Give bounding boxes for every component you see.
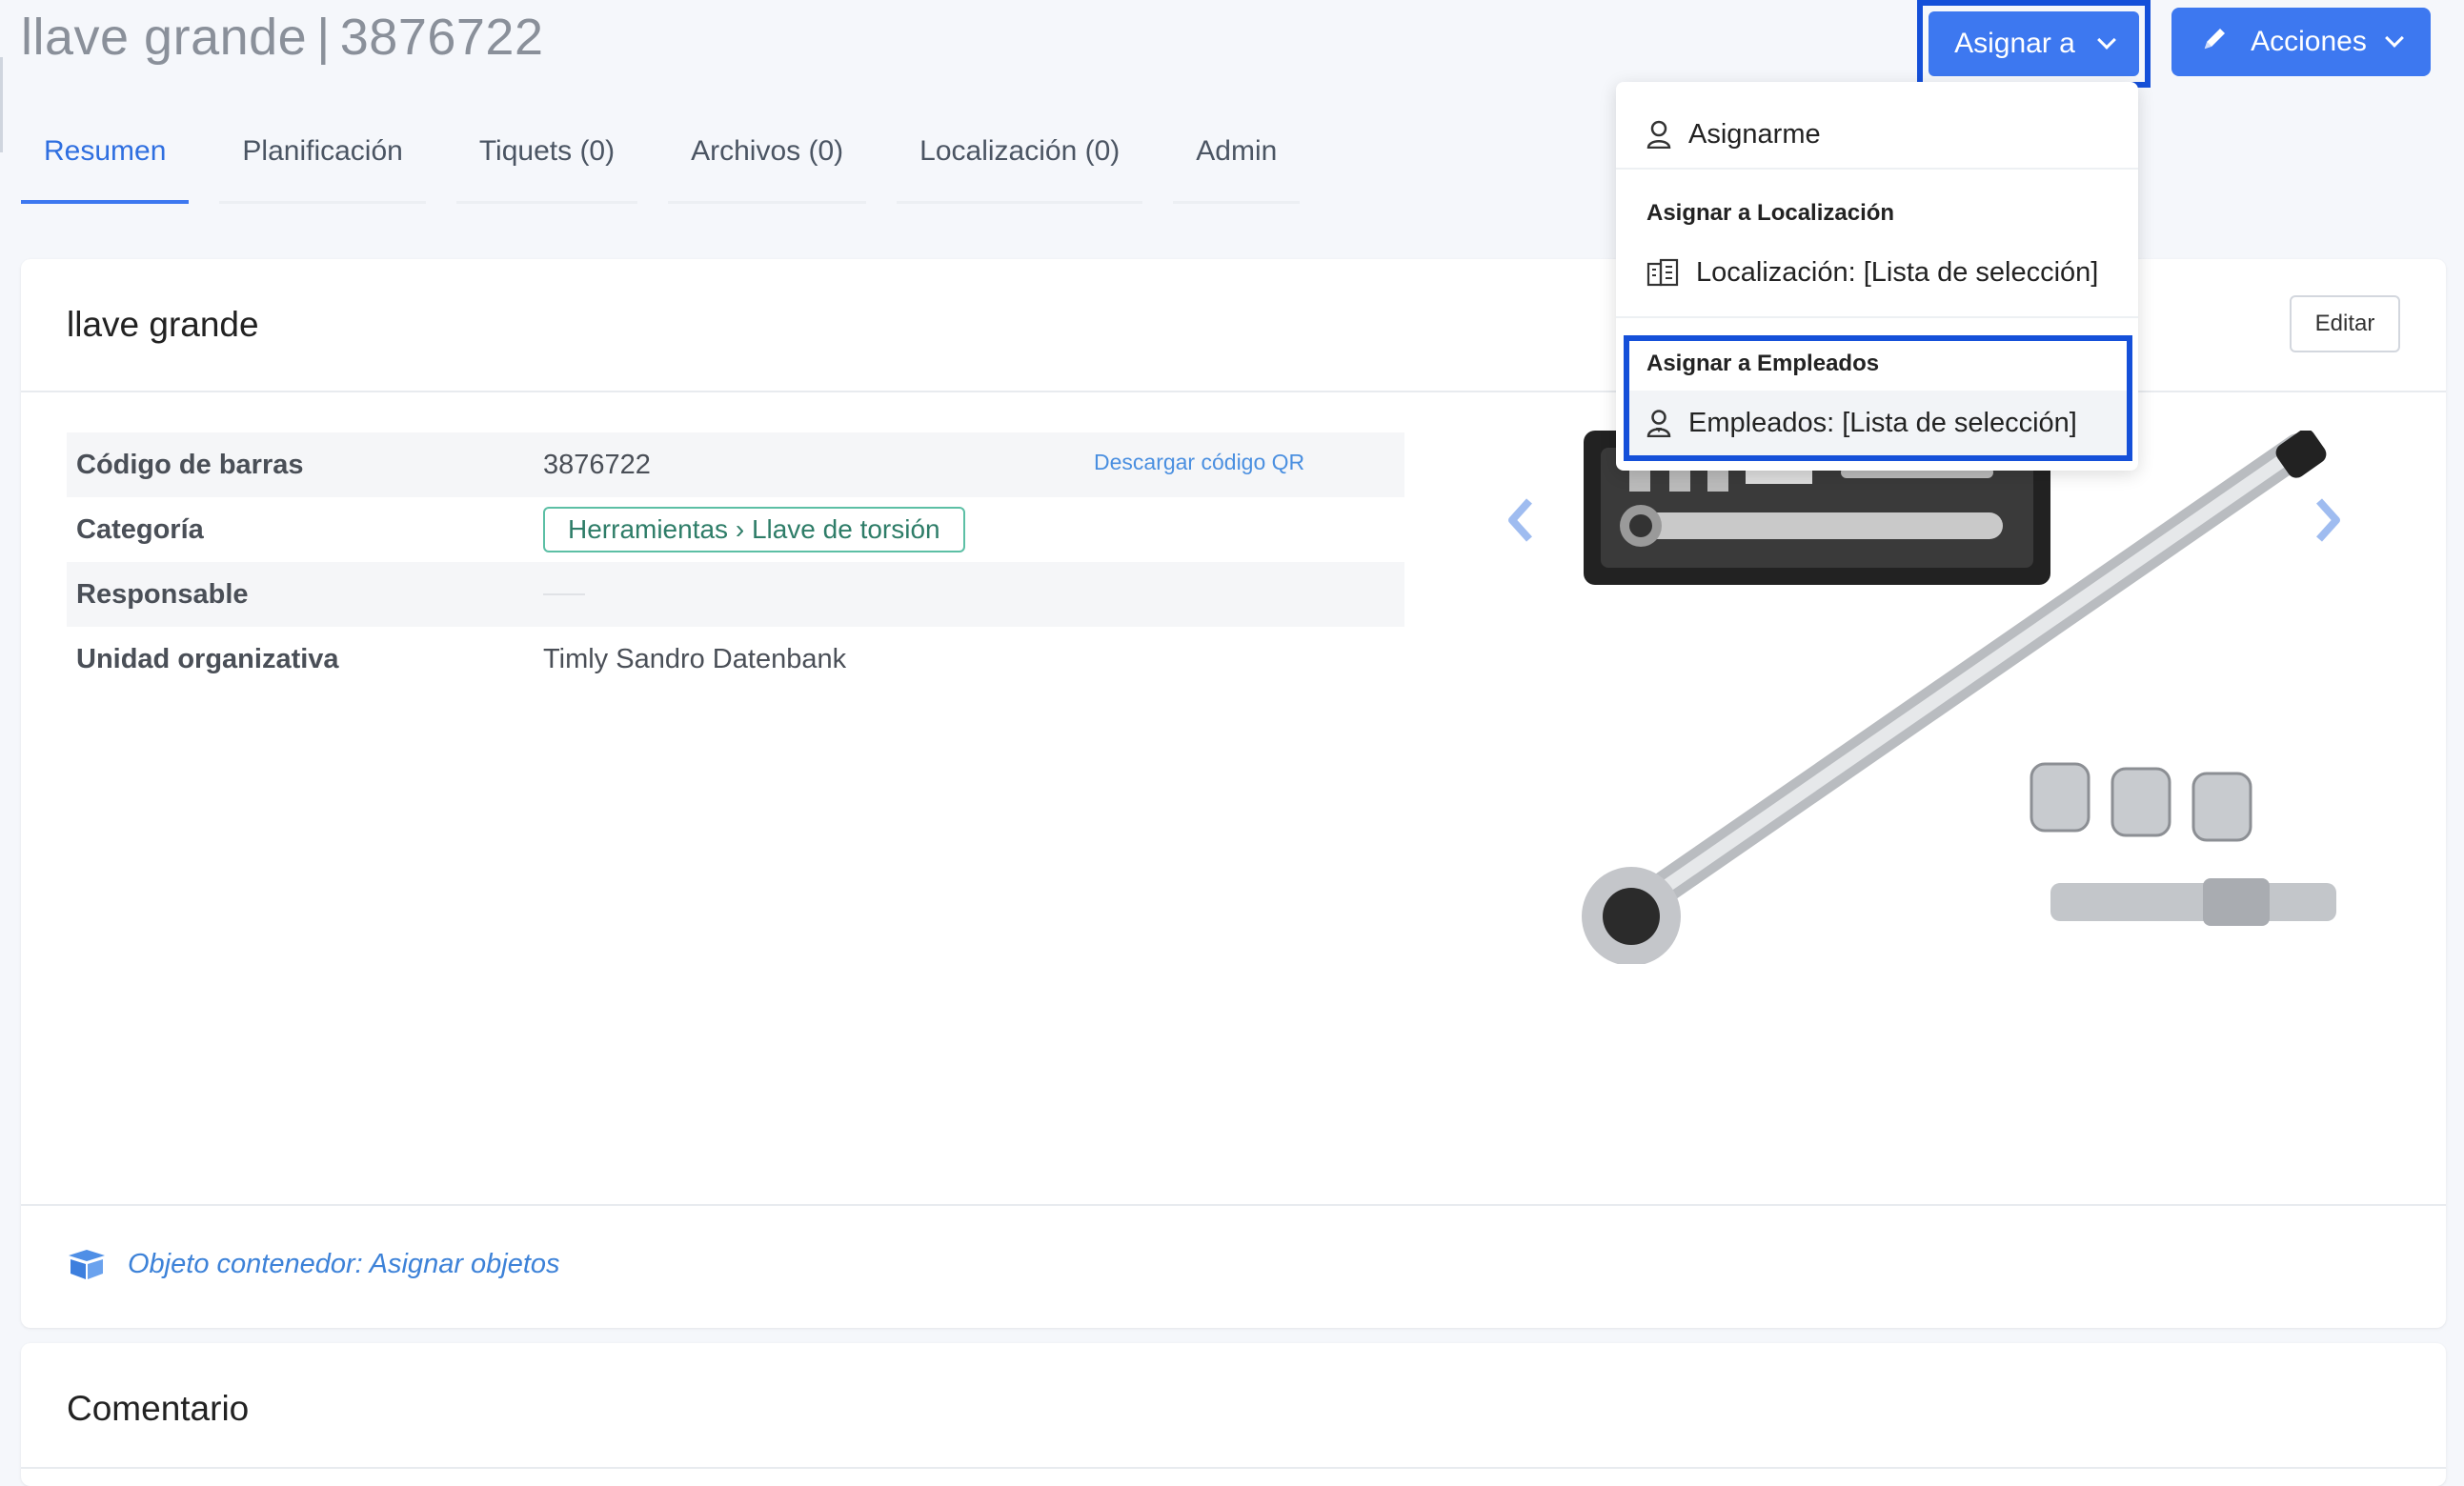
carousel-next-icon[interactable] (2308, 492, 2346, 549)
page-title-code: 3876722 (339, 9, 544, 66)
location-heading: Asignar a Localización (1646, 200, 1895, 226)
pencil-icon (2204, 29, 2226, 50)
detail-label: Responsable (76, 578, 249, 610)
assign-to-label: Asignar a (1954, 28, 2075, 59)
detail-label: Categoría (76, 513, 204, 545)
assign-me-label: Asignarme (1688, 118, 1821, 150)
edit-button[interactable]: Editar (2290, 295, 2400, 352)
comment-card: Comentario (21, 1343, 2446, 1486)
tab-bar: Resumen Planificación Tiquets (0) Archiv… (21, 124, 1330, 204)
detail-value: Timly Sandro Datenbank (543, 643, 847, 674)
employees-highlight-box (1624, 335, 2132, 461)
comment-title: Comentario (67, 1389, 250, 1428)
divider (1616, 168, 2138, 170)
card-title: llave grande (67, 305, 259, 344)
assign-to-button[interactable]: Asignar a (1929, 11, 2139, 76)
carousel-prev-icon[interactable] (1503, 492, 1541, 549)
divider (21, 1467, 2446, 1469)
divider (21, 1204, 2446, 1206)
chevron-down-icon (2096, 30, 2116, 50)
assign-me-item[interactable]: Asignarme (1616, 101, 1821, 168)
detail-row-org-unit: Unidad organizativa Timly Sandro Datenba… (67, 627, 1404, 692)
category-badge[interactable]: Herramientas › Llave de torsión (543, 507, 965, 552)
tab-localizacion[interactable]: Localización (0) (897, 124, 1143, 204)
container-object-link[interactable]: Objeto contenedor: Asignar objetos (128, 1249, 560, 1280)
assign-location-item[interactable]: Localización: [Lista de selección] (1616, 244, 2098, 301)
detail-row-barcode: Código de barras 3876722 Descargar códig… (67, 432, 1404, 497)
detail-label: Código de barras (76, 449, 304, 480)
download-qr-link[interactable]: Descargar código QR (1094, 450, 1304, 475)
assign-button-highlight: Asignar a (1917, 0, 2151, 88)
detail-label: Unidad organizativa (76, 643, 339, 674)
tab-planificacion[interactable]: Planificación (219, 124, 427, 204)
actions-label: Acciones (2251, 26, 2367, 57)
user-icon (1646, 120, 1671, 149)
empty-value-dash (543, 593, 585, 595)
detail-row-category: Categoría Herramientas › Llave de torsió… (67, 497, 1404, 562)
product-image (1517, 431, 2374, 964)
page-title-separator: | (316, 9, 331, 66)
detail-value: 3876722 (543, 449, 651, 480)
box-icon (69, 1250, 105, 1279)
tab-admin[interactable]: Admin (1173, 124, 1301, 204)
detail-row-responsible: Responsable (67, 562, 1404, 627)
divider (1616, 316, 2138, 318)
chevron-down-icon (2384, 29, 2404, 48)
tab-archivos[interactable]: Archivos (0) (668, 124, 867, 204)
page-title: llave grande | 3876722 (21, 8, 543, 67)
tab-tiquets[interactable]: Tiquets (0) (455, 124, 638, 204)
assign-dropdown-menu: Asignarme Asignar a Localización Localiz… (1616, 82, 2138, 471)
tab-resumen[interactable]: Resumen (21, 124, 190, 204)
building-icon (1646, 258, 1679, 287)
page-title-name: llave grande (21, 9, 308, 66)
assign-location-label: Localización: [Lista de selección] (1696, 256, 2099, 288)
details-list: Código de barras 3876722 Descargar códig… (67, 432, 1404, 692)
container-object-row[interactable]: Objeto contenedor: Asignar objetos (67, 1248, 560, 1280)
actions-button[interactable]: Acciones (2171, 8, 2431, 76)
left-edge-strip (0, 57, 3, 152)
